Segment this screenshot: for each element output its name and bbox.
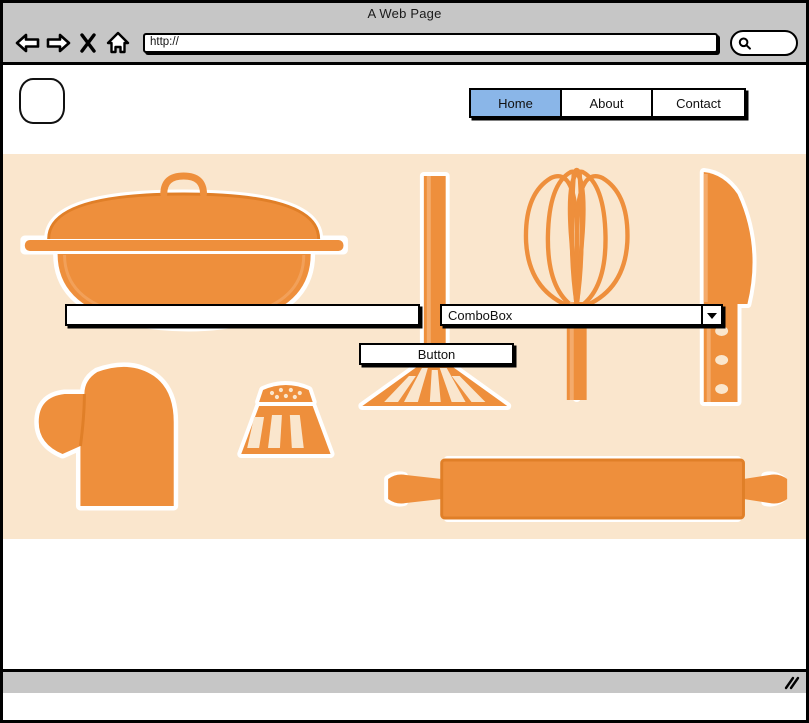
nav-tab-home-label: Home bbox=[498, 95, 533, 111]
salt-shaker bbox=[237, 381, 335, 458]
nav-tab-about-label: About bbox=[589, 95, 624, 111]
nav-tab-contact[interactable]: Contact bbox=[653, 90, 744, 116]
back-arrow-icon[interactable] bbox=[13, 28, 43, 58]
page-body: Home About Contact ComboBox Button bbox=[3, 65, 806, 693]
home-icon[interactable] bbox=[103, 28, 133, 58]
chef-knife bbox=[699, 168, 757, 406]
nav-tab-about[interactable]: About bbox=[562, 90, 653, 116]
whisk bbox=[523, 167, 630, 402]
browser-toolbar: http:// bbox=[3, 25, 806, 61]
status-bar bbox=[3, 669, 806, 693]
button[interactable]: Button bbox=[359, 343, 514, 365]
url-value: http:// bbox=[150, 36, 179, 49]
logo-placeholder bbox=[19, 78, 65, 124]
oven-mitt bbox=[34, 362, 179, 511]
forward-arrow-icon[interactable] bbox=[43, 28, 73, 58]
nav-tab-contact-label: Contact bbox=[676, 95, 721, 111]
rolling-pin bbox=[384, 456, 788, 522]
combobox[interactable]: ComboBox bbox=[440, 304, 723, 326]
site-nav-tabs: Home About Contact bbox=[469, 88, 746, 118]
nav-tab-home[interactable]: Home bbox=[471, 90, 562, 116]
resize-grip-icon[interactable] bbox=[782, 674, 800, 690]
button-label: Button bbox=[417, 346, 456, 362]
browser-window: A Web Page http:// Home About Contact Co… bbox=[0, 0, 809, 723]
chevron-down-icon[interactable] bbox=[701, 306, 721, 324]
combobox-value: ComboBox bbox=[448, 307, 513, 323]
magnifier-icon bbox=[737, 36, 752, 51]
potato-masher bbox=[358, 172, 512, 410]
search-input[interactable] bbox=[730, 30, 798, 56]
url-input[interactable]: http:// bbox=[143, 33, 718, 53]
browser-chrome: A Web Page http:// bbox=[3, 3, 806, 65]
text-input-field[interactable] bbox=[65, 304, 420, 326]
window-title: A Web Page bbox=[367, 6, 442, 21]
close-x-icon[interactable] bbox=[73, 28, 103, 58]
kitchen-utensils-banner: ComboBox Button bbox=[3, 154, 806, 539]
site-header: Home About Contact bbox=[3, 65, 806, 154]
